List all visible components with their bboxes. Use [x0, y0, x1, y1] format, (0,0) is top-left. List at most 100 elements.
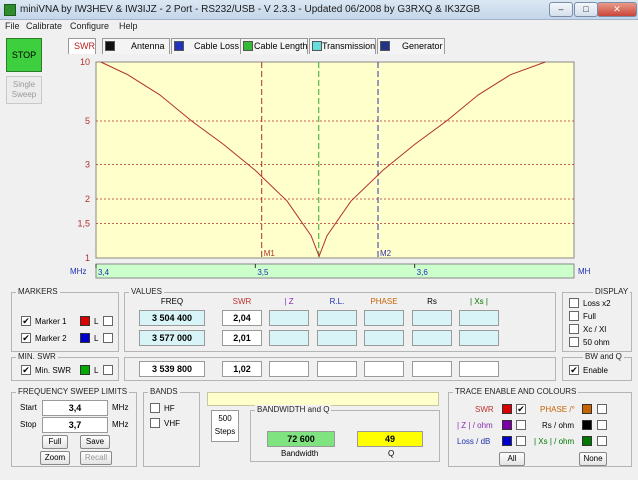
- trace-title: TRACE ENABLE AND COLOURS: [453, 387, 579, 396]
- x-tick-label: 3,4: [98, 268, 110, 277]
- bwq-group: BW and Q ✔ Enable: [562, 352, 632, 381]
- marker2-checkbox[interactable]: ✔: [21, 333, 31, 343]
- trace-z-color[interactable]: [502, 420, 512, 430]
- hf-checkbox[interactable]: [150, 403, 160, 413]
- ohm50-checkbox[interactable]: [569, 337, 579, 347]
- display-group: DISPLAY Loss x2 Full Xc / Xl 50 ohm: [562, 287, 632, 352]
- min-values-group: 3 539 800 1,02: [124, 357, 556, 381]
- trace-xs-color[interactable]: [582, 436, 592, 446]
- values-group: VALUES FREQ SWR | Z R.L. PHASE Rs | Xs |…: [124, 287, 556, 352]
- stop-input[interactable]: 3,7: [42, 417, 108, 433]
- trace-all-button[interactable]: All: [499, 452, 525, 466]
- recall-button[interactable]: Recall: [80, 451, 112, 465]
- bands-group: BANDS HF VHF: [143, 387, 200, 467]
- trace-none-button[interactable]: None: [579, 452, 607, 466]
- zoom-button[interactable]: Zoom: [40, 451, 70, 465]
- bwq-title: BW and Q: [583, 352, 624, 361]
- cable-loss-icon: [174, 41, 184, 51]
- xc-xl-checkbox[interactable]: [569, 324, 579, 334]
- cable-length-icon: [243, 41, 253, 51]
- min-swr-title: MIN. SWR: [16, 352, 58, 361]
- marker1-l-checkbox[interactable]: [103, 316, 113, 326]
- vhf-checkbox[interactable]: [150, 418, 160, 428]
- freq-header: FREQ: [160, 297, 184, 306]
- window-title: miniVNA by IW3HEV & IW3IJZ - 2 Port - RS…: [20, 4, 481, 15]
- min-swr-checkbox[interactable]: ✔: [21, 365, 31, 375]
- tab-cable-length[interactable]: Cable Length: [240, 38, 308, 54]
- bandwidth-title: BANDWIDTH and Q: [255, 405, 332, 414]
- close-button[interactable]: ✕: [597, 2, 637, 17]
- tab-antenna-label: Antenna: [131, 41, 165, 51]
- antenna-icon: [105, 41, 115, 51]
- menu-help[interactable]: Help: [119, 21, 138, 31]
- min-rl-field: [317, 361, 357, 377]
- x-unit-right: MHz: [578, 267, 590, 276]
- m2-swr-field: 2,01: [222, 330, 262, 346]
- m1-phase-field: [364, 310, 404, 326]
- stop-button[interactable]: STOP: [6, 38, 42, 72]
- marker2-color[interactable]: [80, 333, 90, 343]
- full-button[interactable]: Full: [42, 435, 68, 449]
- min-phase-field: [364, 361, 404, 377]
- marker2-l-checkbox[interactable]: [103, 333, 113, 343]
- loss-x2-label: Loss x2: [583, 299, 611, 308]
- min-swr-l-label: L: [94, 366, 99, 375]
- trace-rs-color[interactable]: [582, 420, 592, 430]
- trace-swr-checkbox[interactable]: ✔: [516, 404, 526, 414]
- single-sweep-button[interactable]: Single Sweep: [6, 76, 42, 104]
- menu-file[interactable]: File: [5, 21, 20, 31]
- full-checkbox[interactable]: [569, 311, 579, 321]
- tab-transmission[interactable]: Transmission: [309, 38, 376, 54]
- trace-rs-checkbox[interactable]: [597, 420, 607, 430]
- tab-generator[interactable]: Generator: [377, 38, 445, 54]
- menu-configure[interactable]: Configure: [70, 21, 109, 31]
- bandwidth-group: BANDWIDTH and Q 72 600 Bandwidth 49 Q: [250, 405, 440, 462]
- generator-icon: [380, 41, 390, 51]
- steps-label: Steps: [214, 427, 236, 436]
- m1-rs-field: [412, 310, 452, 326]
- menu-calibrate[interactable]: Calibrate: [26, 21, 62, 31]
- min-xs-field: [459, 361, 499, 377]
- marker1-checkbox[interactable]: ✔: [21, 316, 31, 326]
- start-input[interactable]: 3,4: [42, 400, 108, 416]
- marker2-l-label: L: [94, 334, 99, 343]
- minimize-button[interactable]: –: [549, 2, 573, 17]
- markers-group: MARKERS ✔ Marker 1 L ✔ Marker 2 L: [11, 287, 119, 352]
- min-rs-field: [412, 361, 452, 377]
- tab-swr[interactable]: SWR: [68, 38, 96, 54]
- bwq-enable-label: Enable: [583, 366, 608, 375]
- values-title: VALUES: [129, 287, 164, 296]
- markers-title: MARKERS: [16, 287, 60, 296]
- save-button[interactable]: Save: [80, 435, 110, 449]
- trace-phase-color[interactable]: [582, 404, 592, 414]
- marker1-color[interactable]: [80, 316, 90, 326]
- m2-z-field: [269, 330, 309, 346]
- tab-antenna[interactable]: Antenna: [102, 38, 170, 54]
- y-tick-label: 5: [85, 116, 90, 126]
- xc-xl-label: Xc / Xl: [583, 325, 607, 334]
- trace-xs-label: | Xs | / ohm: [534, 437, 575, 446]
- plot-area: [95, 61, 575, 259]
- status-field: [207, 392, 439, 406]
- stop-label: Stop: [20, 420, 37, 429]
- trace-loss-color[interactable]: [502, 436, 512, 446]
- m1-rl-field: [317, 310, 357, 326]
- maximize-button[interactable]: □: [574, 2, 598, 17]
- steps-value: 500: [218, 414, 232, 423]
- single-sweep-line1: Single: [12, 80, 36, 89]
- trace-z-checkbox[interactable]: [516, 420, 526, 430]
- rs-header: Rs: [427, 297, 437, 306]
- swr-chart-svg: 10 5 3 2 1,5 1 MHz MHz 3,4 3,5 3,6 M1 M2: [70, 57, 594, 279]
- trace-swr-color[interactable]: [502, 404, 512, 414]
- bwq-enable-checkbox[interactable]: ✔: [569, 365, 579, 375]
- m1-xs-field: [459, 310, 499, 326]
- min-swr-l-checkbox[interactable]: [103, 365, 113, 375]
- min-swr-color[interactable]: [80, 365, 90, 375]
- trace-xs-checkbox[interactable]: [597, 436, 607, 446]
- tab-cable-loss[interactable]: Cable Loss: [171, 38, 251, 54]
- m2-rs-field: [412, 330, 452, 346]
- trace-loss-checkbox[interactable]: [516, 436, 526, 446]
- loss-x2-checkbox[interactable]: [569, 298, 579, 308]
- trace-phase-checkbox[interactable]: [597, 404, 607, 414]
- steps-box[interactable]: 500 Steps: [211, 410, 239, 442]
